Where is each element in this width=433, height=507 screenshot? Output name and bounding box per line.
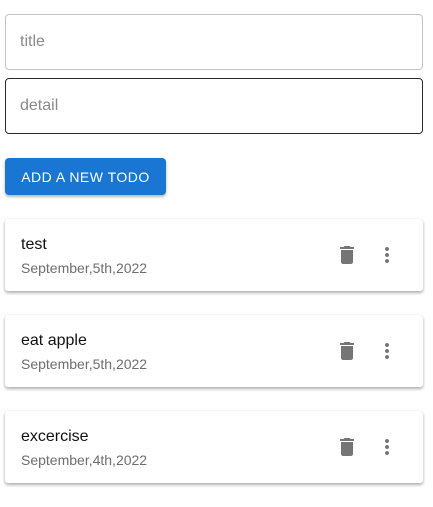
title-field[interactable]: [5, 14, 423, 70]
more-vertical-icon: [385, 439, 389, 455]
more-vertical-icon: [385, 247, 389, 263]
delete-button[interactable]: [331, 335, 363, 367]
more-vertical-icon: [385, 343, 389, 359]
todo-title: test: [21, 236, 47, 253]
todo-item: eat apple September,5th,2022: [5, 315, 423, 387]
todo-list: test September,5th,2022 eat apple Septem…: [5, 219, 423, 507]
todo-date: September,4th,2022: [21, 452, 148, 468]
delete-button[interactable]: [331, 239, 363, 271]
delete-button[interactable]: [331, 431, 363, 463]
add-todo-button[interactable]: ADD A NEW TODO: [5, 158, 166, 195]
trash-icon: [340, 438, 354, 456]
trash-icon: [340, 342, 354, 360]
title-input[interactable]: [6, 15, 422, 69]
todo-title: eat apple: [21, 332, 87, 349]
detail-field[interactable]: [5, 78, 423, 134]
todo-item: excercise September,4th,2022: [5, 411, 423, 483]
more-options-button[interactable]: [371, 431, 403, 463]
todo-date: September,5th,2022: [21, 260, 148, 276]
todo-title: excercise: [21, 428, 89, 445]
more-options-button[interactable]: [371, 335, 403, 367]
more-options-button[interactable]: [371, 239, 403, 271]
todo-item: test September,5th,2022: [5, 219, 423, 291]
todo-date: September,5th,2022: [21, 356, 148, 372]
detail-input[interactable]: [6, 79, 422, 133]
trash-icon: [340, 246, 354, 264]
